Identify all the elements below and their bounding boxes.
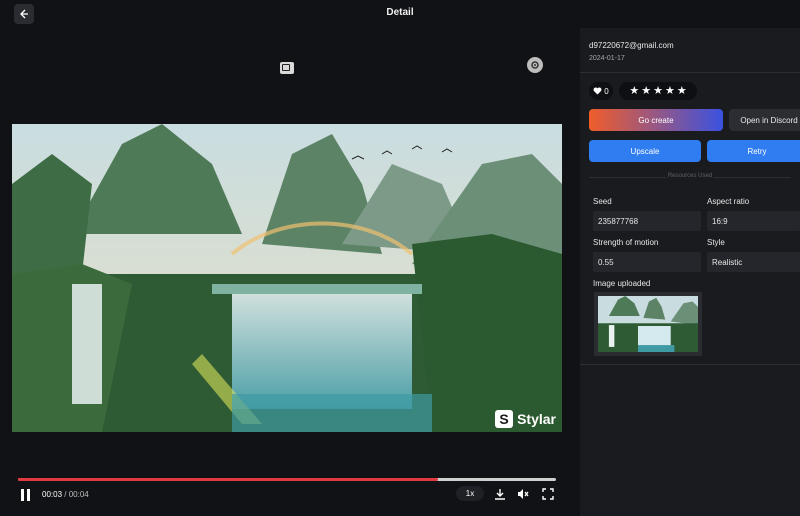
star-icon[interactable]: ★ <box>641 85 651 97</box>
resources-used-heading: Resources Used <box>580 173 800 179</box>
video-progress-bar[interactable] <box>18 478 556 481</box>
uploaded-image-preview <box>598 296 698 352</box>
waterfall-landscape-image <box>12 124 562 432</box>
seed-label: Seed <box>593 197 612 206</box>
aspect-ratio-value: 16:9 <box>707 211 800 231</box>
time-display: 00:03 / 00:04 <box>42 490 89 499</box>
picture-in-picture-icon[interactable] <box>280 62 294 74</box>
rating-stars[interactable]: ★ ★ ★ ★ ★ <box>619 82 697 100</box>
image-uploaded-label: Image uploaded <box>593 279 651 288</box>
star-icon[interactable]: ★ <box>653 85 663 97</box>
download-icon[interactable] <box>493 487 507 501</box>
page-title: Detail <box>386 7 414 18</box>
mute-icon[interactable] <box>516 487 530 501</box>
video-player-area: S Stylar 00:03 / 00:04 1x <box>0 28 578 516</box>
divider <box>580 72 800 73</box>
strength-of-motion-value: 0.55 <box>593 252 701 272</box>
detail-sidebar: d97220672@gmail.com 2024-01-17 0 ★ ★ ★ ★ ★ G… <box>580 28 800 516</box>
top-bar: Detail <box>0 0 800 28</box>
star-icon[interactable]: ★ <box>665 85 675 97</box>
like-button[interactable]: 0 <box>589 82 613 100</box>
upscale-button[interactable]: Upscale <box>589 140 701 162</box>
time-separator: / <box>64 490 67 499</box>
stylar-logo-icon: S <box>495 410 514 428</box>
style-label: Style <box>707 238 725 247</box>
video-controls: 00:03 / 00:04 1x <box>16 486 560 504</box>
open-in-discord-button[interactable]: Open in Discord <box>729 109 800 131</box>
like-count: 0 <box>604 86 609 96</box>
star-icon[interactable]: ★ <box>629 85 639 97</box>
divider <box>580 364 800 365</box>
video-progress-fill <box>18 478 438 481</box>
stylar-watermark: S Stylar <box>495 410 556 428</box>
settings-button[interactable] <box>527 57 543 73</box>
heart-icon <box>593 87 602 95</box>
user-email: d97220672@gmail.com <box>589 41 674 50</box>
go-create-button[interactable]: Go create <box>589 109 723 131</box>
stylar-brand-text: Stylar <box>517 411 556 427</box>
gear-icon <box>531 61 539 69</box>
creation-date: 2024-01-17 <box>589 55 625 62</box>
star-icon[interactable]: ★ <box>677 85 687 97</box>
pause-icon[interactable] <box>20 489 32 501</box>
seed-value: 235877768 <box>593 211 701 231</box>
fullscreen-icon[interactable] <box>541 487 555 501</box>
current-time: 00:03 <box>42 490 63 499</box>
duration: 00:04 <box>68 490 89 499</box>
video-frame[interactable]: S Stylar <box>12 124 562 432</box>
playback-speed-button[interactable]: 1x <box>456 486 484 501</box>
retry-button[interactable]: Retry <box>707 140 800 162</box>
uploaded-image-thumbnail[interactable] <box>594 292 702 356</box>
strength-of-motion-label: Strength of motion <box>593 238 659 247</box>
aspect-ratio-label: Aspect ratio <box>707 197 750 206</box>
style-value: Realistic <box>707 252 800 272</box>
